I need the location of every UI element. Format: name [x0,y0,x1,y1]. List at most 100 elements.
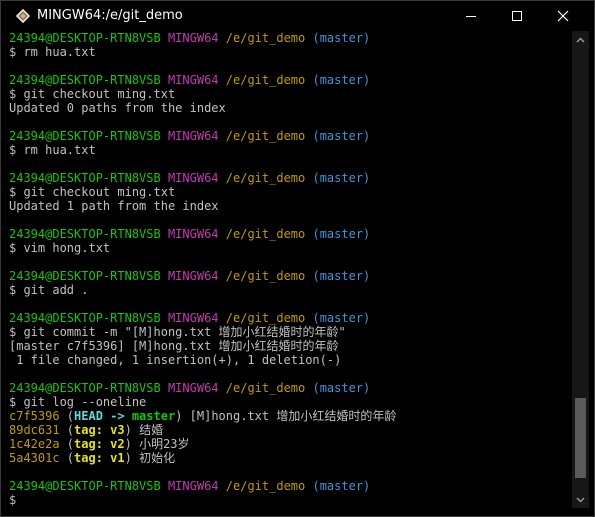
prompt-line: 24394@DESKTOP-RTN8VSB MINGW64 /e/git_dem… [9,31,569,45]
prompt-user: 24394@DESKTOP-RTN8VSB [9,269,161,283]
ref-open: ( [59,409,75,423]
ref-open: ( [59,451,75,465]
scroll-down-button[interactable] [572,491,589,508]
chevron-down-icon [576,496,585,503]
ref-close: ) [124,423,132,437]
prompt-path: /e/git_demo [225,269,306,283]
window-title: MINGW64:/e/git_demo [37,8,183,23]
prompt-branch: (master) [312,381,371,395]
ref-close: ) [124,437,132,451]
output-line: Updated 1 path from the index [9,199,219,213]
prompt-line: 24394@DESKTOP-RTN8VSB MINGW64 /e/git_dem… [9,227,569,241]
terminal-output[interactable]: 24394@DESKTOP-RTN8VSB MINGW64 /e/git_dem… [9,31,569,515]
prompt-path: /e/git_demo [225,129,306,143]
vertical-scrollbar[interactable] [572,31,589,508]
close-icon [557,10,569,22]
tag-ref: tag: v3 [74,423,125,437]
log-entry: c7f5396 (HEAD -> master) [M]hong.txt 增加小… [9,409,569,423]
prompt-path: /e/git_demo [225,171,306,185]
prompt-user: 24394@DESKTOP-RTN8VSB [9,227,161,241]
output-line: $ rm hua.txt [9,45,96,59]
prompt-host: MINGW64 [167,479,219,493]
output-line: $ git checkout ming.txt [9,185,176,199]
prompt-host: MINGW64 [167,73,219,87]
prompt-host: MINGW64 [167,311,219,325]
prompt-branch: (master) [312,479,371,493]
prompt-branch: (master) [312,227,371,241]
minimize-button[interactable] [448,1,494,31]
output-line: $ git checkout ming.txt [9,87,176,101]
prompt-line: 24394@DESKTOP-RTN8VSB MINGW64 /e/git_dem… [9,269,569,283]
git-bash-icon[interactable] [15,8,31,24]
scrollbar-thumb[interactable] [575,397,586,478]
prompt-line: 24394@DESKTOP-RTN8VSB MINGW64 /e/git_dem… [9,311,569,325]
prompt-branch: (master) [312,171,371,185]
tag-ref: tag: v2 [74,437,125,451]
tag-ref: tag: v1 [74,451,125,465]
prompt-path: /e/git_demo [225,227,306,241]
commit-hash: 5a4301c [9,451,60,465]
prompt-branch: (master) [312,269,371,283]
prompt-line: 24394@DESKTOP-RTN8VSB MINGW64 /e/git_dem… [9,381,569,395]
title-bar[interactable]: MINGW64:/e/git_demo [1,1,594,31]
log-entry: 5a4301c (tag: v1) 初始化 [9,451,569,465]
prompt-line: 24394@DESKTOP-RTN8VSB MINGW64 /e/git_dem… [9,171,569,185]
output-line: $ git log --oneline [9,395,147,409]
chevron-up-icon [576,36,585,43]
ref-open: ( [59,423,75,437]
prompt-path: /e/git_demo [225,381,306,395]
log-entry: 89dc631 (tag: v3) 结婚 [9,423,569,437]
prompt-user: 24394@DESKTOP-RTN8VSB [9,479,161,493]
prompt-user: 24394@DESKTOP-RTN8VSB [9,311,161,325]
prompt-host: MINGW64 [167,129,219,143]
commit-message: [M]hong.txt 增加小红结婚时的年龄 [182,409,397,423]
head-ref: HEAD -> [74,409,132,423]
minimize-icon [466,16,476,17]
branch-ref: master [131,409,176,423]
log-entry: 1c42e2a (tag: v2) 小明23岁 [9,437,569,451]
commit-message: 初始化 [131,451,176,465]
output-line: $ [9,493,17,507]
output-line: 1 file changed, 1 insertion(+), 1 deleti… [9,353,342,367]
commit-hash: c7f5396 [9,409,60,423]
output-line: $ git commit -m "[M]hong.txt 增加小红结婚时的年龄" [9,325,346,339]
maximize-icon [512,11,522,21]
prompt-branch: (master) [312,129,371,143]
prompt-line: 24394@DESKTOP-RTN8VSB MINGW64 /e/git_dem… [9,479,569,493]
prompt-host: MINGW64 [167,227,219,241]
commit-hash: 89dc631 [9,423,60,437]
output-line: Updated 0 paths from the index [9,101,226,115]
prompt-path: /e/git_demo [225,73,306,87]
ref-close: ) [124,451,132,465]
scroll-up-button[interactable] [572,31,589,48]
prompt-user: 24394@DESKTOP-RTN8VSB [9,171,161,185]
prompt-line: 24394@DESKTOP-RTN8VSB MINGW64 /e/git_dem… [9,129,569,143]
ref-open: ( [59,437,75,451]
output-line: $ vim hong.txt [9,241,111,255]
prompt-host: MINGW64 [167,381,219,395]
output-line: [master c7f5396] [M]hong.txt 增加小红结婚时的年龄 [9,339,339,353]
prompt-branch: (master) [312,31,371,45]
commit-hash: 1c42e2a [9,437,60,451]
prompt-host: MINGW64 [167,171,219,185]
prompt-user: 24394@DESKTOP-RTN8VSB [9,381,161,395]
close-button[interactable] [540,1,586,31]
output-line: $ rm hua.txt [9,143,96,157]
prompt-path: /e/git_demo [225,311,306,325]
output-line: $ git add . [9,283,89,297]
prompt-host: MINGW64 [167,31,219,45]
prompt-path: /e/git_demo [225,31,306,45]
prompt-path: /e/git_demo [225,479,306,493]
maximize-button[interactable] [494,1,540,31]
commit-message: 结婚 [131,423,164,437]
terminal-window: MINGW64:/e/git_demo 24394@DESKTOP-RTN8VS… [0,0,595,517]
prompt-user: 24394@DESKTOP-RTN8VSB [9,129,161,143]
